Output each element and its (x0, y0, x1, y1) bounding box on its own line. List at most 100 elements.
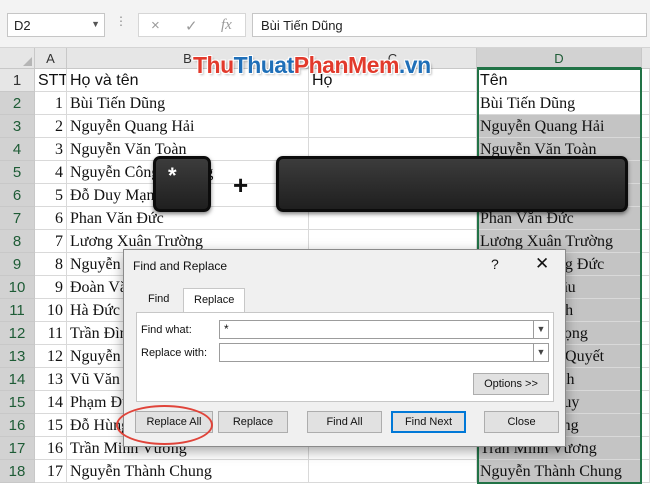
row-header[interactable]: 13 (0, 345, 35, 368)
tab-find[interactable]: Find (138, 288, 179, 312)
fx-icon[interactable]: fx (221, 17, 232, 34)
row-header[interactable]: 4 (0, 138, 35, 161)
formula-buttons: × ✓ fx (138, 13, 246, 37)
cell-e[interactable] (642, 207, 650, 230)
column-header-d[interactable]: D (477, 48, 642, 69)
row-header[interactable]: 9 (0, 253, 35, 276)
plus-sign: + (233, 170, 249, 200)
name-box-value: D2 (14, 18, 31, 33)
cell-e[interactable] (642, 276, 650, 299)
cell-e[interactable] (642, 391, 650, 414)
close-button[interactable]: Close (484, 411, 559, 433)
cell-a[interactable]: 3 (35, 138, 67, 161)
cell-e[interactable] (642, 460, 650, 483)
row-header[interactable]: 10 (0, 276, 35, 299)
cell-a[interactable]: 9 (35, 276, 67, 299)
row-header[interactable]: 6 (0, 184, 35, 207)
select-all-corner[interactable] (0, 48, 35, 69)
cell-a[interactable]: 11 (35, 322, 67, 345)
cell-c[interactable] (309, 92, 477, 115)
find-replace-dialog: Find and Replace ? ✕ Find Replace Find w… (123, 249, 566, 447)
cell-e[interactable] (642, 161, 650, 184)
row-header[interactable]: 7 (0, 207, 35, 230)
cell-e[interactable] (642, 92, 650, 115)
cell-a[interactable]: 7 (35, 230, 67, 253)
asterisk-key: * (153, 156, 211, 212)
row-header[interactable]: 8 (0, 230, 35, 253)
cell-e[interactable] (642, 184, 650, 207)
replace-with-input[interactable] (219, 343, 534, 362)
column-header-e[interactable] (642, 48, 650, 69)
row-header[interactable]: 1 (0, 69, 35, 92)
cell-d[interactable]: Tên (477, 69, 642, 92)
help-icon[interactable]: ? (491, 256, 499, 272)
cell-a[interactable]: 4 (35, 161, 67, 184)
cell-a[interactable]: STT (35, 69, 67, 92)
cell-a[interactable]: 16 (35, 437, 67, 460)
cell-e[interactable] (642, 345, 650, 368)
row-header[interactable]: 14 (0, 368, 35, 391)
cancel-icon[interactable]: × (151, 17, 160, 34)
cell-c[interactable] (309, 115, 477, 138)
find-what-label: Find what: (141, 324, 192, 336)
replace-button[interactable]: Replace (218, 411, 288, 433)
tab-replace[interactable]: Replace (183, 288, 246, 313)
cell-a[interactable]: 14 (35, 391, 67, 414)
enter-icon[interactable]: ✓ (185, 17, 198, 35)
cell-e[interactable] (642, 299, 650, 322)
row-header[interactable]: 2 (0, 92, 35, 115)
chevron-down-icon[interactable]: ▼ (533, 343, 549, 362)
cell-b[interactable]: Nguyễn Thành Chung (67, 460, 309, 483)
cell-d[interactable]: Bùi Tiến Dũng (477, 92, 642, 115)
row-header[interactable]: 11 (0, 299, 35, 322)
row-header[interactable]: 5 (0, 161, 35, 184)
find-what-input[interactable]: * (219, 320, 534, 339)
key (276, 156, 628, 212)
chevron-down-icon[interactable]: ▼ (91, 19, 100, 29)
cell-c[interactable] (309, 460, 477, 483)
cell-e[interactable] (642, 138, 650, 161)
row-header[interactable]: 17 (0, 437, 35, 460)
cell-a[interactable]: 13 (35, 368, 67, 391)
find-next-button[interactable]: Find Next (391, 411, 466, 433)
options-button[interactable]: Options >> (473, 373, 549, 395)
row-header[interactable]: 16 (0, 414, 35, 437)
cell-a[interactable]: 17 (35, 460, 67, 483)
cell-a[interactable]: 6 (35, 207, 67, 230)
cell-a[interactable]: 12 (35, 345, 67, 368)
replace-panel: Find what: * ▼ Replace with: ▼ Options >… (136, 312, 554, 402)
column-header-a[interactable]: A (35, 48, 67, 69)
cell-a[interactable]: 5 (35, 184, 67, 207)
cell-a[interactable]: 8 (35, 253, 67, 276)
row-header[interactable]: 15 (0, 391, 35, 414)
row-header[interactable]: 12 (0, 322, 35, 345)
cell-a[interactable]: 1 (35, 92, 67, 115)
cell-e[interactable] (642, 69, 650, 92)
cell-e[interactable] (642, 437, 650, 460)
cell-d[interactable]: Nguyễn Thành Chung (477, 460, 642, 483)
replace-with-label: Replace with: (141, 347, 208, 359)
cell-b[interactable]: Bùi Tiến Dũng (67, 92, 309, 115)
replace-all-button[interactable]: Replace All (135, 411, 213, 433)
cell-a[interactable]: 10 (35, 299, 67, 322)
cell-e[interactable] (642, 253, 650, 276)
close-icon[interactable]: ✕ (535, 254, 549, 274)
table-row: 2 1 Bùi Tiến Dũng Bùi Tiến Dũng (0, 92, 650, 115)
name-box[interactable]: D2 ▼ (7, 13, 105, 37)
cell-e[interactable] (642, 115, 650, 138)
chevron-down-icon[interactable]: ▼ (533, 320, 549, 339)
cell-a[interactable]: 2 (35, 115, 67, 138)
row-header[interactable]: 18 (0, 460, 35, 483)
cell-e[interactable] (642, 368, 650, 391)
find-all-button[interactable]: Find All (307, 411, 382, 433)
drag-handle-icon[interactable]: ⋮ (115, 14, 127, 28)
cell-e[interactable] (642, 414, 650, 437)
watermark-logo: ThuThuatPhanMem.vn (193, 52, 431, 78)
formula-input[interactable]: Bùi Tiến Dũng (252, 13, 647, 37)
cell-a[interactable]: 15 (35, 414, 67, 437)
cell-b[interactable]: Nguyễn Quang Hải (67, 115, 309, 138)
cell-d[interactable]: Nguyễn Quang Hải (477, 115, 642, 138)
cell-e[interactable] (642, 322, 650, 345)
row-header[interactable]: 3 (0, 115, 35, 138)
cell-e[interactable] (642, 230, 650, 253)
